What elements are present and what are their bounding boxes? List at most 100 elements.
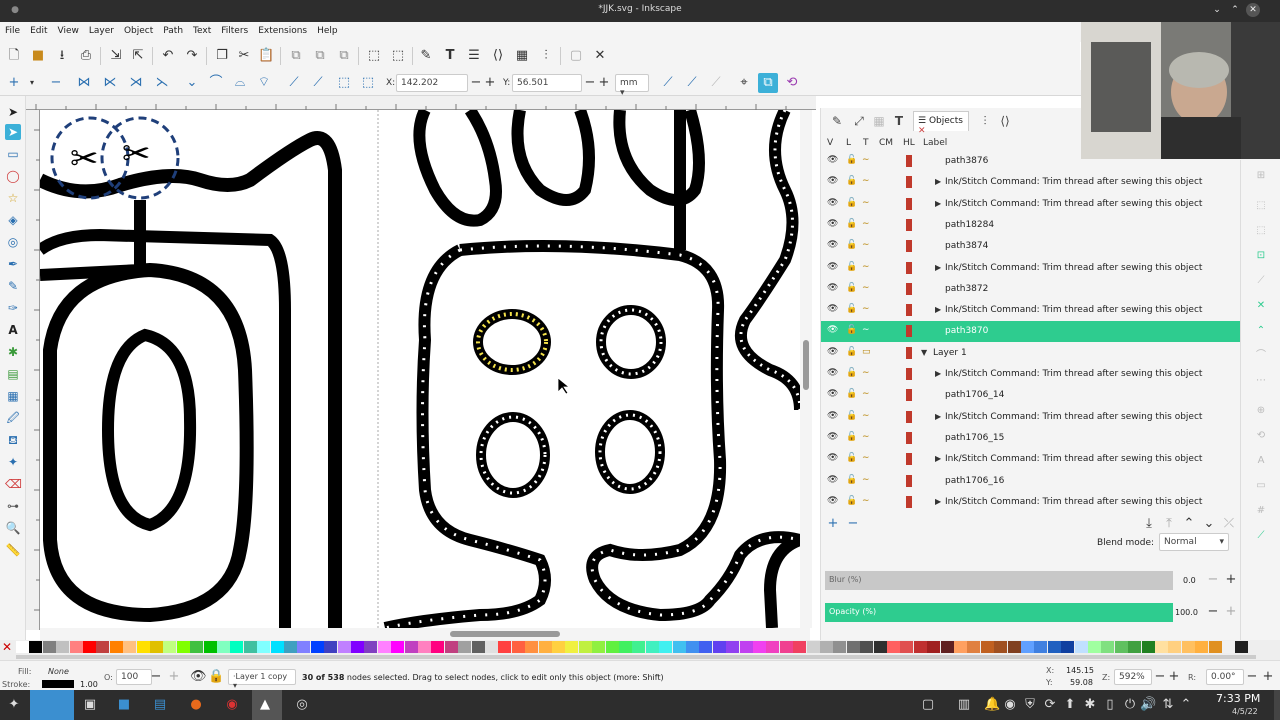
opacity-increment-icon[interactable]: + [1223,604,1239,620]
node-tool-icon[interactable]: ➤ [5,124,21,140]
object-to-path-icon[interactable]: ⬚ [336,75,352,91]
visibility-eye-icon[interactable]: 👁 [827,240,838,250]
color-swatch[interactable] [605,641,619,653]
sync-tray-icon[interactable]: ⟳ [1042,697,1058,713]
move-to-top-icon[interactable]: ⤒ [1161,516,1177,532]
lower-icon[interactable]: ⌄ [1201,516,1217,532]
color-swatch[interactable] [900,641,914,653]
snap-grid-icon[interactable]: # [1255,505,1267,517]
swatch-row[interactable] [16,640,1256,654]
security-tray-icon[interactable]: ⛨ [1022,697,1038,713]
snap-midpoint-icon[interactable]: ⋯ [1255,375,1267,387]
visibility-eye-icon[interactable]: 👁 [827,475,838,485]
blur-decrement-icon[interactable]: − [1205,572,1221,588]
color-swatch[interactable] [418,641,431,653]
color-swatch[interactable] [1128,641,1142,653]
object-row[interactable]: 👁 🔓 ∼ ▶ Ink/Stitch Command: Trim thread afte… [821,194,1241,215]
fill-stroke-tab-icon[interactable]: ✎ [829,113,845,129]
zoom-tool-icon[interactable]: 🔍 [5,520,21,536]
color-swatch[interactable] [203,641,217,653]
collapse-arrow-icon[interactable]: ▼ [921,348,927,357]
expand-arrow-icon[interactable]: ▶ [935,177,941,186]
pen-tool-icon[interactable]: ✒ [5,256,21,272]
stroke-swatch[interactable] [42,680,74,688]
object-row[interactable]: 👁 🔓 ∼ ▶ Ink/Stitch Command: Trim thread afte… [821,407,1241,428]
lock-open-icon[interactable]: 🔓 [846,262,857,272]
zoom-input[interactable]: 592% [1114,669,1152,685]
color-swatch[interactable] [1088,641,1101,653]
col-locked-header[interactable]: L [846,138,851,148]
highlight-color-swatch[interactable] [906,495,912,508]
color-swatch[interactable] [967,641,981,653]
notifications-icon[interactable]: 🔔 [984,697,1000,713]
color-swatch[interactable] [1235,641,1249,653]
clone-icon[interactable]: ⧉ [312,48,328,64]
insert-node-icon[interactable]: + [6,75,22,91]
lock-open-icon[interactable]: 🔓 [846,453,857,463]
print-icon[interactable]: ⎙ [78,48,94,64]
color-swatch[interactable] [150,641,163,653]
app-store-icon[interactable]: ■ [116,697,132,713]
fill-stroke-icon[interactable]: ✎ [418,48,434,64]
spiral-tool-icon[interactable]: ◎ [5,234,21,250]
color-swatch[interactable] [980,641,994,653]
text-tool-icon[interactable]: A [5,322,21,338]
rotate-input[interactable]: 0.00° [1206,669,1244,685]
text-font-icon[interactable]: T [442,48,458,64]
highlight-color-swatch[interactable] [906,346,912,359]
minimize-icon[interactable]: ⌄ [1210,3,1224,17]
color-swatch[interactable] [83,641,96,653]
highlight-color-swatch[interactable] [906,389,912,402]
expand-arrow-icon[interactable]: ▶ [935,497,941,506]
color-swatch[interactable] [860,641,874,653]
lock-open-icon[interactable]: 🔓 [846,368,857,378]
cut-icon[interactable]: ✂ [236,48,252,64]
start-menu-icon[interactable]: ✦ [6,697,22,713]
vertical-scrollbar[interactable] [800,110,812,628]
lock-open-icon[interactable]: 🔓 [846,347,857,357]
palette-scrollbar[interactable] [16,655,1256,659]
color-swatch[interactable] [913,641,927,653]
color-swatch[interactable] [779,641,793,653]
color-swatch[interactable] [69,641,83,653]
drawing-canvas[interactable]: ✂ ✂ [40,110,800,628]
visibility-eye-icon[interactable]: 👁 [827,368,838,378]
color-swatch[interactable] [1195,641,1209,653]
export-icon[interactable]: ⇱ [130,48,146,64]
expand-arrow-icon[interactable]: ▶ [935,199,941,208]
color-swatch[interactable] [1007,641,1021,653]
color-swatch[interactable] [686,641,699,653]
color-swatch[interactable] [230,641,244,653]
show-path-effect-icon[interactable]: ⟋ [708,75,724,91]
lock-open-icon[interactable]: 🔓 [846,283,857,293]
color-swatch[interactable] [217,641,230,653]
visibility-eye-icon[interactable]: 👁 [827,219,838,229]
color-swatch[interactable] [565,641,579,653]
delete-node-icon[interactable]: − [48,75,64,91]
color-swatch[interactable] [927,641,941,653]
menu-view[interactable]: View [53,22,84,40]
visibility-eye-icon[interactable]: 👁 [827,453,838,463]
col-label-header[interactable]: Label [923,138,947,148]
lock-open-icon[interactable]: 🔓 [846,176,857,186]
import-icon[interactable]: ⇲ [108,48,124,64]
expand-arrow-icon[interactable]: ▶ [935,369,941,378]
network-icon[interactable]: ⇅ [1160,697,1176,713]
menu-extensions[interactable]: Extensions [253,22,312,40]
objects-tab[interactable]: ☰ Objects ✕ [913,111,969,136]
join-segment-icon[interactable]: ⋊ [128,75,144,91]
inkscape-task-icon[interactable]: ▲ [252,690,282,720]
status-opacity-input[interactable]: 100 [116,669,152,685]
col-visible-header[interactable]: V [827,138,833,148]
visibility-eye-icon[interactable]: 👁 [827,155,838,165]
menu-help[interactable]: Help [312,22,343,40]
color-swatch[interactable] [1155,641,1168,653]
color-swatch[interactable] [699,641,713,653]
color-swatch[interactable] [1181,641,1195,653]
color-swatch[interactable] [351,641,364,653]
restore-icon[interactable]: ⌃ [1228,3,1242,17]
color-swatch[interactable] [1047,641,1061,653]
paste-icon[interactable]: 📋 [258,48,274,64]
color-swatch[interactable] [806,641,820,653]
window-menu-icon[interactable]: ● [8,3,22,17]
